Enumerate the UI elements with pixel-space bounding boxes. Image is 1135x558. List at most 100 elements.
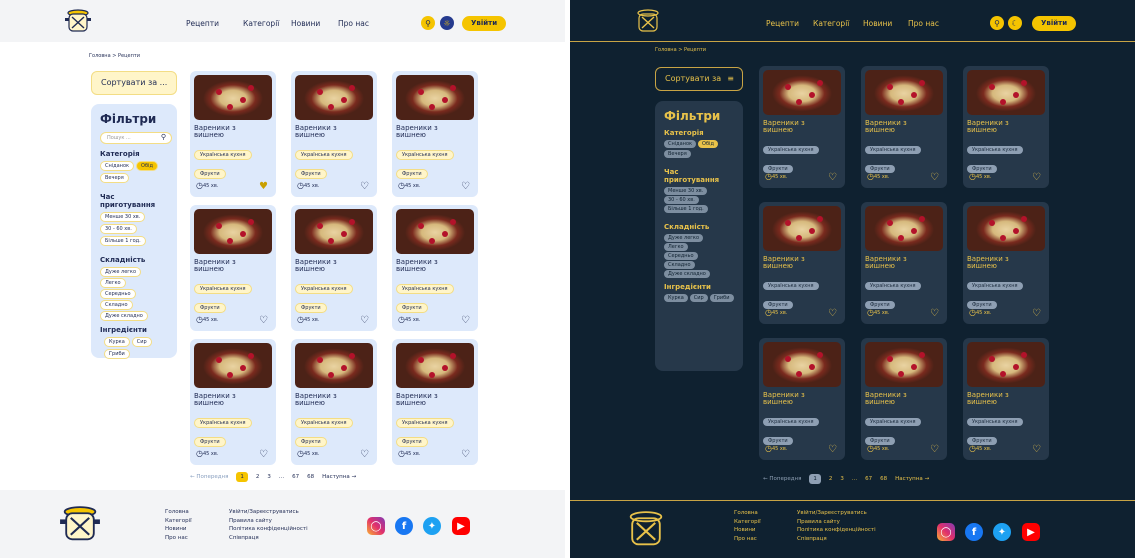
recipe-card[interactable]: Вареники з вишнею Українська кухня Фрукти… [291,71,377,197]
tag-cuisine[interactable]: Українська кухня [865,282,921,290]
facebook-icon[interactable]: f [965,523,983,541]
login-button[interactable]: Увійти [462,16,507,31]
tag-cuisine[interactable]: Українська кухня [865,146,921,154]
nav-recipes[interactable]: Рецепти [186,19,219,28]
footer-link-about[interactable]: Про нас [734,535,761,544]
footer-link-privacy[interactable]: Політика конфіденційності [797,526,876,535]
filter-tag-time-under-30[interactable]: Менше 30 хв. [664,187,708,195]
nav-news[interactable]: Новини [863,19,892,28]
tag-cuisine[interactable]: Українська кухня [295,284,353,294]
recipe-card[interactable]: Вареники з вишнею Українська кухня Фрукти… [861,202,947,324]
tag-cuisine[interactable]: Українська кухня [194,418,252,428]
tag-fruit[interactable]: Фрукти [396,303,428,313]
filter-tag-dinner[interactable]: Вечеря [664,150,691,158]
heart-icon[interactable]: ♡ [360,449,369,460]
filter-search-input[interactable]: Пошук ... ⚲ [100,132,172,144]
recipe-card[interactable]: Вареники з вишнею Українська кухня Фрукти… [291,205,377,331]
nav-about[interactable]: Про нас [908,19,939,28]
filter-tag-lunch[interactable]: Обід [136,161,158,171]
filter-tag-chicken[interactable]: Курка [664,294,688,302]
filter-tag-easy[interactable]: Легко [100,278,126,288]
heart-icon[interactable]: ♡ [828,444,837,455]
tag-cuisine[interactable]: Українська кухня [763,418,819,426]
filter-tag-dinner[interactable]: Вечеря [100,173,129,183]
search-icon[interactable]: ⚲ [990,16,1004,30]
tag-cuisine[interactable]: Українська кухня [967,282,1023,290]
instagram-icon[interactable]: ◯ [367,517,385,535]
next-page-link[interactable]: Наступна → [895,476,929,482]
footer-link-cooperation[interactable]: Співпраця [797,535,876,544]
heart-icon[interactable]: ♡ [461,315,470,326]
youtube-icon[interactable]: ▶ [1022,523,1040,541]
recipe-title[interactable]: Вареники з вишнею [396,259,474,275]
tag-cuisine[interactable]: Українська кухня [763,146,819,154]
footer-link-categories[interactable]: Категорії [165,517,192,526]
logo-pot-icon[interactable] [57,502,103,546]
breadcrumb[interactable]: Головна > Рецепти [655,47,706,53]
recipe-card[interactable]: Вареники з вишнею Українська кухня Фрукти… [963,66,1049,188]
recipe-card[interactable]: Вареники з вишнею Українська кухня Фрукти… [759,202,845,324]
prev-page-link[interactable]: ← Попередня [763,476,801,482]
recipe-title[interactable]: Вареники з вишнею [295,393,373,409]
filter-tag-medium[interactable]: Середньо [664,252,698,260]
heart-icon[interactable]: ♡ [828,172,837,183]
filter-tag-cheese[interactable]: Сир [689,294,708,302]
recipe-card[interactable]: Вареники з вишнею Українська кухня Фрукти… [759,338,845,460]
page-link[interactable]: 68 [880,476,887,482]
footer-link-news[interactable]: Новини [165,525,192,534]
filter-tag-mushrooms[interactable]: Гриби [709,294,734,302]
filter-tag-very-easy[interactable]: Дуже легко [100,267,142,277]
prev-page-link[interactable]: ← Попередня [190,474,228,480]
nav-recipes[interactable]: Рецепти [766,19,799,28]
recipe-card[interactable]: Вареники з вишнею Українська кухня Фрукти… [392,71,478,197]
footer-link-home[interactable]: Головна [734,509,761,518]
filter-tag-time-over-1h[interactable]: Більше 1 год. [100,236,146,246]
search-icon[interactable]: ⚲ [161,133,166,141]
page-link[interactable]: 67 [292,474,299,480]
tag-fruit[interactable]: Фрукти [194,303,226,313]
nav-categories[interactable]: Категорії [243,19,279,28]
nav-categories[interactable]: Категорії [813,19,849,28]
sort-dropdown[interactable]: Сортувати за ... [91,71,177,95]
heart-icon[interactable]: ♡ [461,181,470,192]
recipe-card[interactable]: Вареники з вишнею Українська кухня Фрукти… [190,71,276,197]
recipe-title[interactable]: Вареники з вишнею [967,120,1045,136]
footer-link-privacy[interactable]: Політика конфіденційності [229,525,308,534]
recipe-title[interactable]: Вареники з вишнею [194,393,272,409]
recipe-title[interactable]: Вареники з вишнею [194,259,272,275]
tag-cuisine[interactable]: Українська кухня [194,284,252,294]
instagram-icon[interactable]: ◯ [937,523,955,541]
heart-icon[interactable]: ♡ [259,449,268,460]
heart-icon[interactable]: ♡ [930,172,939,183]
recipe-title[interactable]: Вареники з вишнею [967,392,1045,408]
logo-pot-icon[interactable] [633,7,663,35]
twitter-icon[interactable]: ✦ [993,523,1011,541]
page-link[interactable]: 3 [267,474,271,480]
recipe-title[interactable]: Вареники з вишнею [967,256,1045,272]
filter-tag-time-30-60[interactable]: 30 - 60 хв. [664,196,699,204]
filter-tag-hard[interactable]: Складно [664,261,695,269]
footer-link-news[interactable]: Новини [734,526,761,535]
recipe-title[interactable]: Вареники з вишнею [295,125,373,141]
filter-tag-time-under-30[interactable]: Менше 30 хв. [100,212,146,222]
recipe-card[interactable]: Вареники з вишнею Українська кухня Фрукти… [190,339,276,465]
heart-icon[interactable]: ♡ [1032,172,1041,183]
recipe-title[interactable]: Вареники з вишнею [194,125,272,141]
moon-icon[interactable]: ☾ [1008,16,1022,30]
twitter-icon[interactable]: ✦ [423,517,441,535]
tag-cuisine[interactable]: Українська кухня [396,284,454,294]
youtube-icon[interactable]: ▶ [452,517,470,535]
nav-news[interactable]: Новини [291,19,320,28]
filter-tag-hard[interactable]: Складно [100,300,133,310]
tag-cuisine[interactable]: Українська кухня [396,418,454,428]
filter-tag-easy[interactable]: Легко [664,243,688,251]
tag-cuisine[interactable]: Українська кухня [396,150,454,160]
footer-link-cooperation[interactable]: Співпраця [229,534,308,543]
heart-icon[interactable]: ♡ [1032,308,1041,319]
tag-cuisine[interactable]: Українська кухня [295,150,353,160]
page-link[interactable]: 2 [256,474,260,480]
recipe-card[interactable]: Вареники з вишнею Українська кухня Фрукти… [759,66,845,188]
recipe-title[interactable]: Вареники з вишнею [763,120,841,136]
page-link-current[interactable]: 1 [236,472,248,482]
sort-dropdown[interactable]: Сортувати за ≡ [655,67,743,91]
